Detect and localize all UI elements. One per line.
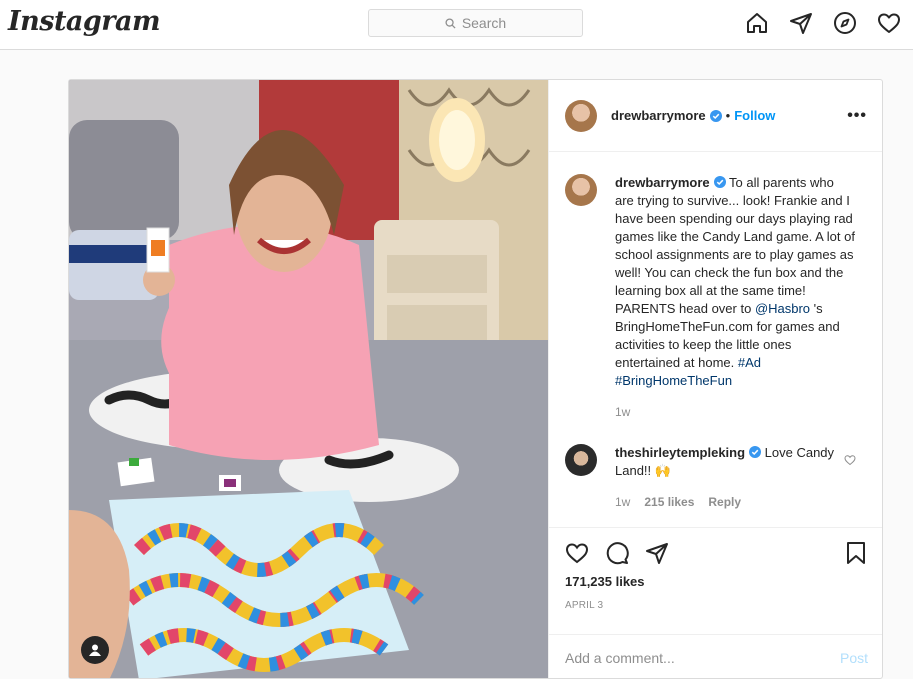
save-bookmark-icon[interactable] [844, 541, 868, 565]
caption: drewbarrymore To all parents who are try… [565, 174, 868, 419]
add-comment-bar: Add a comment... Post [549, 634, 882, 678]
top-navigation: Instagram Search [0, 0, 913, 50]
verified-badge-icon [749, 446, 762, 458]
post-photo[interactable] [69, 80, 548, 678]
caption-body-1: To all parents who are trying to survive… [615, 175, 855, 316]
search-placeholder: Search [461, 15, 507, 31]
post-date[interactable]: APRIL 3 [565, 600, 868, 611]
nav-icons [745, 11, 901, 35]
home-icon[interactable] [745, 11, 769, 35]
action-row [565, 540, 868, 566]
hashtag-bringhomethefun-link[interactable]: #BringHomeTheFun [615, 373, 732, 388]
comment-author[interactable]: theshirleytempleking [615, 445, 745, 460]
user-icon [89, 644, 101, 656]
author-avatar[interactable] [565, 99, 597, 132]
likes-count[interactable]: 171,235 likes [565, 574, 868, 589]
commenter-avatar[interactable] [565, 444, 597, 476]
more-options-button[interactable]: ••• [847, 107, 867, 125]
verified-badge-icon [709, 109, 722, 122]
search-input[interactable]: Search [368, 9, 583, 37]
mention-link[interactable]: @Hasbro [755, 301, 810, 316]
post-comment-button[interactable]: Post [840, 650, 868, 666]
comment-meta: 1w 215 likes Reply [615, 495, 855, 509]
post-header: drewbarrymore • Follow ••• [549, 80, 882, 152]
comment-item: theshirleytempleking Love Candy Land!! 🙌… [565, 444, 868, 509]
post-actions: 171,235 likes APRIL 3 [549, 527, 882, 637]
post-sidebar: drewbarrymore • Follow ••• drewbarrymore… [548, 80, 882, 678]
author-username[interactable]: drewbarrymore [611, 108, 706, 123]
comments-section: drewbarrymore To all parents who are try… [549, 152, 882, 527]
caption-author-avatar[interactable] [565, 174, 597, 206]
activity-heart-icon[interactable] [877, 11, 901, 35]
reply-button[interactable]: Reply [708, 495, 741, 509]
photo-illustration [69, 80, 548, 678]
comment-time[interactable]: 1w [615, 495, 630, 509]
direct-icon[interactable] [789, 11, 813, 35]
hashtag-ad-link[interactable]: #Ad [738, 355, 761, 370]
post-card: drewbarrymore • Follow ••• drewbarrymore… [68, 79, 883, 679]
comment-like-heart-icon[interactable] [844, 454, 856, 466]
comment-bubble-icon[interactable] [605, 541, 629, 565]
like-heart-icon[interactable] [565, 541, 589, 565]
follow-button[interactable]: Follow [734, 108, 775, 123]
search-icon [445, 17, 456, 29]
share-direct-icon[interactable] [645, 541, 669, 565]
caption-time[interactable]: 1w [615, 405, 855, 419]
instagram-logo[interactable]: Instagram [8, 6, 161, 37]
comment-text: theshirleytempleking Love Candy Land!! 🙌 [615, 444, 855, 480]
tagged-users-button[interactable] [81, 636, 109, 664]
caption-text: drewbarrymore To all parents who are try… [615, 174, 855, 390]
comment-likes[interactable]: 215 likes [644, 495, 694, 509]
explore-icon[interactable] [833, 11, 857, 35]
separator-dot: • [725, 108, 731, 123]
verified-badge-icon [713, 176, 726, 188]
add-comment-input[interactable]: Add a comment... [565, 650, 675, 666]
caption-author[interactable]: drewbarrymore [615, 175, 710, 190]
